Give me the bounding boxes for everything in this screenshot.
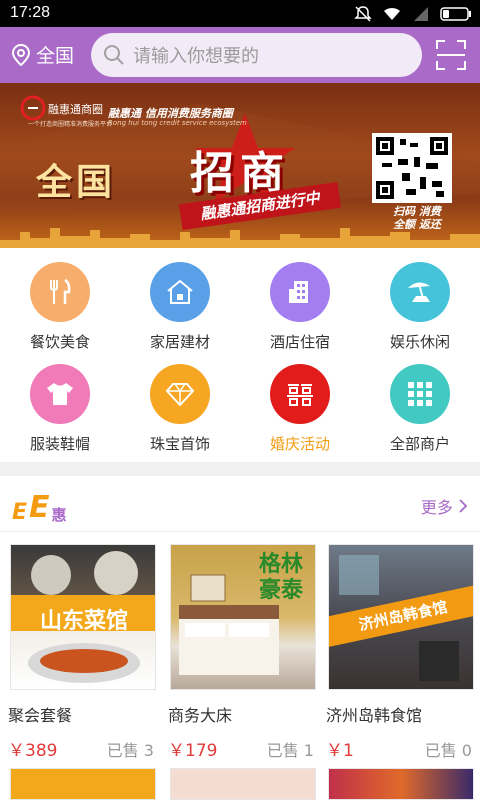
category-label: 珠宝首饰 <box>149 435 210 453</box>
product-price: ￥179 <box>168 741 218 761</box>
product-card[interactable]: 格林豪泰 商务大床 ￥179 已售 1 <box>168 544 318 766</box>
category-clothing[interactable]: 服装鞋帽 <box>0 350 120 453</box>
product-sold-count: 已售 1 <box>266 741 314 760</box>
location-selector[interactable]: 全国 <box>12 41 74 68</box>
product-name: 聚会套餐 <box>8 706 73 725</box>
product-card-partial[interactable] <box>10 768 156 800</box>
product-image: 格林豪泰 <box>170 544 316 690</box>
section-title-glyph: 惠 <box>51 506 67 524</box>
building-icon <box>270 262 330 322</box>
section-title-logo: E E 惠 <box>12 490 67 525</box>
category-label: 全部商户 <box>389 435 450 453</box>
product-card-partial[interactable] <box>328 768 474 800</box>
scan-icon[interactable] <box>436 40 466 70</box>
qr-caption-line1: 扫码 消费 <box>393 205 441 218</box>
fork-knife-icon <box>30 262 90 322</box>
product-name: 商务大床 <box>168 706 233 725</box>
header: 全国 请输入你想要的 <box>0 27 480 83</box>
mute-icon <box>354 6 372 22</box>
category-label: 酒店住宿 <box>269 333 330 351</box>
product-card[interactable]: 济州岛韩食馆 济州岛韩食馆 ￥1 已售 0 <box>326 544 476 766</box>
product-price: ￥1 <box>326 741 354 761</box>
status-bar: 17:28 <box>0 0 480 27</box>
promo-banner[interactable]: 融惠通商圈 一个打造商圈精准消费服务平台 融惠通 信用消费服务商圈 Rong h… <box>0 83 480 248</box>
category-wedding[interactable]: 婚庆活动 <box>240 350 360 453</box>
diamond-icon <box>150 364 210 424</box>
category-leisure[interactable]: 娱乐休闲 <box>360 248 480 351</box>
banner-headline-left: 全国 <box>36 161 117 203</box>
battery-icon <box>440 7 471 21</box>
tshirt-icon <box>30 364 90 424</box>
category-all[interactable]: 全部商户 <box>360 350 480 453</box>
house-icon <box>150 262 210 322</box>
category-label-highlighted: 婚庆活动 <box>269 435 330 453</box>
grid-icon <box>390 364 450 424</box>
clock: 17:28 <box>10 4 51 21</box>
search-icon <box>104 45 124 65</box>
qr-code <box>372 133 452 203</box>
product-price: ￥389 <box>8 741 58 761</box>
search-placeholder: 请输入你想要的 <box>133 46 259 67</box>
product-list: 山东菜馆 聚会套餐 ￥389 已售 3 格林豪泰 商务大床 ￥179 已售 1 <box>0 532 480 800</box>
logo-mark-icon <box>20 95 46 121</box>
location-label: 全国 <box>36 45 75 67</box>
category-hotel[interactable]: 酒店住宿 <box>240 248 360 351</box>
product-sold-count: 已售 0 <box>424 741 472 760</box>
skyline-graphic <box>0 228 480 248</box>
banner-logo-tagline: 一个打造商圈精准消费服务平台 <box>28 121 113 128</box>
beach-umbrella-icon <box>390 262 450 322</box>
product-badge: 山东菜馆 <box>39 609 128 634</box>
more-link[interactable]: 更多 <box>421 494 468 518</box>
location-pin-icon <box>12 43 30 66</box>
category-label: 家居建材 <box>149 333 210 351</box>
wifi-icon <box>384 7 400 20</box>
product-name: 济州岛韩食馆 <box>326 706 423 725</box>
category-label: 餐饮美食 <box>29 333 90 351</box>
product-image: 济州岛韩食馆 <box>328 544 474 690</box>
section-title-glyph: E <box>12 500 28 525</box>
section-divider <box>0 462 480 476</box>
category-label: 服装鞋帽 <box>29 435 90 453</box>
search-input[interactable]: 请输入你想要的 <box>91 33 422 77</box>
category-jewelry[interactable]: 珠宝首饰 <box>120 350 240 453</box>
category-label: 娱乐休闲 <box>389 333 450 351</box>
product-card-partial[interactable] <box>170 768 316 800</box>
section-header: E E 惠 更多 <box>0 476 480 532</box>
banner-slogan-en: Rong hui tong credit service ecosystem <box>108 119 247 127</box>
chevron-right-icon <box>459 499 468 513</box>
category-home[interactable]: 家居建材 <box>120 248 240 351</box>
product-card[interactable]: 山东菜馆 聚会套餐 ￥389 已售 3 <box>8 544 158 766</box>
product-sold-count: 已售 3 <box>106 741 154 760</box>
product-image: 山东菜馆 <box>10 544 156 690</box>
section-title-glyph: E <box>29 490 50 525</box>
product-badge: 格林豪泰 <box>258 551 303 603</box>
category-grid: 餐饮美食 家居建材 酒店住宿 娱乐休闲 服装鞋帽 珠宝首饰 婚庆活动 全部商户 <box>0 248 480 462</box>
more-label: 更多 <box>420 498 453 517</box>
signal-icon <box>414 7 428 21</box>
double-happiness-icon <box>270 364 330 424</box>
banner-logo-name: 融惠通商圈 <box>48 103 103 116</box>
category-food[interactable]: 餐饮美食 <box>0 248 120 351</box>
